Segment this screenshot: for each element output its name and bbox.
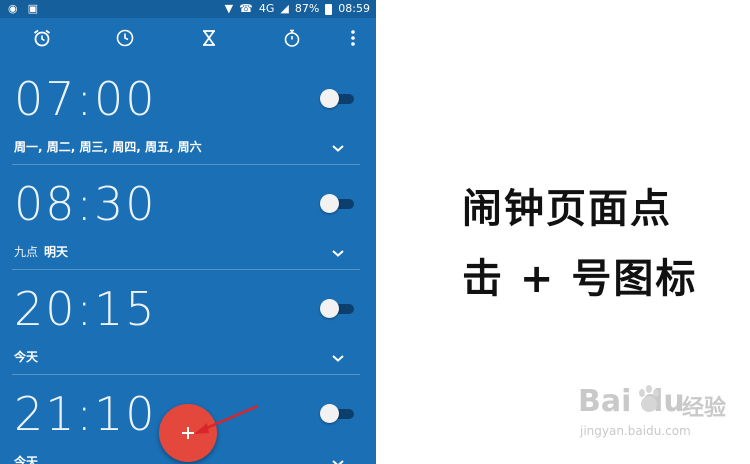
timer-tab[interactable] <box>197 26 221 50</box>
alarm-time[interactable]: 07:00 <box>14 72 157 126</box>
alarm-toggle[interactable] <box>320 299 354 318</box>
alarm-time[interactable]: 21:10 <box>14 387 157 441</box>
battery-icon <box>325 3 333 15</box>
watermark-url: jingyan.baidu.com <box>580 424 691 438</box>
alarm-item[interactable]: 07:00 周一, 周二, 周三, 周四, 周五, 周六 <box>0 60 376 165</box>
stopwatch-tab[interactable] <box>280 26 304 50</box>
watermark-brand: Bai du <box>578 384 685 419</box>
caption-line-1: 闹钟页面点 <box>462 186 672 232</box>
alarm-item[interactable]: 20:15 今天 <box>0 270 376 375</box>
chevron-down-icon <box>332 460 344 464</box>
watermark-brand-suffix: 经验 <box>682 396 727 421</box>
expand-button[interactable] <box>331 348 345 367</box>
alarm-toggle[interactable] <box>320 404 354 423</box>
alarm-time[interactable]: 08:30 <box>14 177 157 231</box>
status-bar: ◉ ▣ ▼ ☎ 4G ◢ 87% 08:59 <box>0 0 376 18</box>
alarm-time[interactable]: 20:15 <box>14 282 157 336</box>
alarm-day-label: 今天 <box>14 455 39 464</box>
alarm-day-label: 今天 <box>14 350 39 364</box>
image-icon: ▣ <box>27 2 39 15</box>
chevron-down-icon <box>332 145 344 152</box>
signal-icon: ◢ <box>280 2 289 15</box>
timer-icon <box>203 30 215 46</box>
phone-screen: ◉ ▣ ▼ ☎ 4G ◢ 87% 08:59 07:00 周一, 周二, 周三,… <box>0 0 376 464</box>
caption-line-2: 击 + 号图标 <box>462 256 698 302</box>
chevron-down-icon <box>332 355 344 362</box>
battery-percent: 87% <box>294 2 320 15</box>
alarm-icon <box>33 29 51 47</box>
more-options-button[interactable] <box>341 26 365 50</box>
toolbar <box>0 18 376 60</box>
annotation-arrow <box>194 404 259 434</box>
expand-button[interactable] <box>331 138 345 157</box>
network-type: 4G <box>258 2 275 15</box>
alarm-item[interactable]: 08:30 九点 明天 <box>0 165 376 270</box>
alarm-day-label: 九点 明天 <box>14 245 69 259</box>
clock-icon <box>116 29 134 47</box>
call-icon: ☎ <box>239 2 253 15</box>
more-vert-icon <box>351 30 355 46</box>
chevron-down-icon <box>332 250 344 257</box>
expand-button[interactable] <box>331 243 345 262</box>
baidu-watermark: Bai du 经验 jingyan.baidu.com <box>578 384 728 444</box>
alarm-hint: 九点 <box>14 245 39 259</box>
clock-tab[interactable] <box>113 26 137 50</box>
notification-icon: ◉ <box>8 2 18 15</box>
wifi-icon: ▼ <box>224 2 234 15</box>
alarm-toggle[interactable] <box>320 89 354 108</box>
stopwatch-icon <box>284 29 300 47</box>
paw-icon <box>639 385 659 412</box>
alarm-toggle[interactable] <box>320 194 354 213</box>
alarm-repeat-label: 周一, 周二, 周三, 周四, 周五, 周六 <box>14 140 202 154</box>
alarm-tab[interactable] <box>30 26 54 50</box>
expand-button[interactable] <box>331 453 345 464</box>
status-clock: 08:59 <box>338 2 370 15</box>
